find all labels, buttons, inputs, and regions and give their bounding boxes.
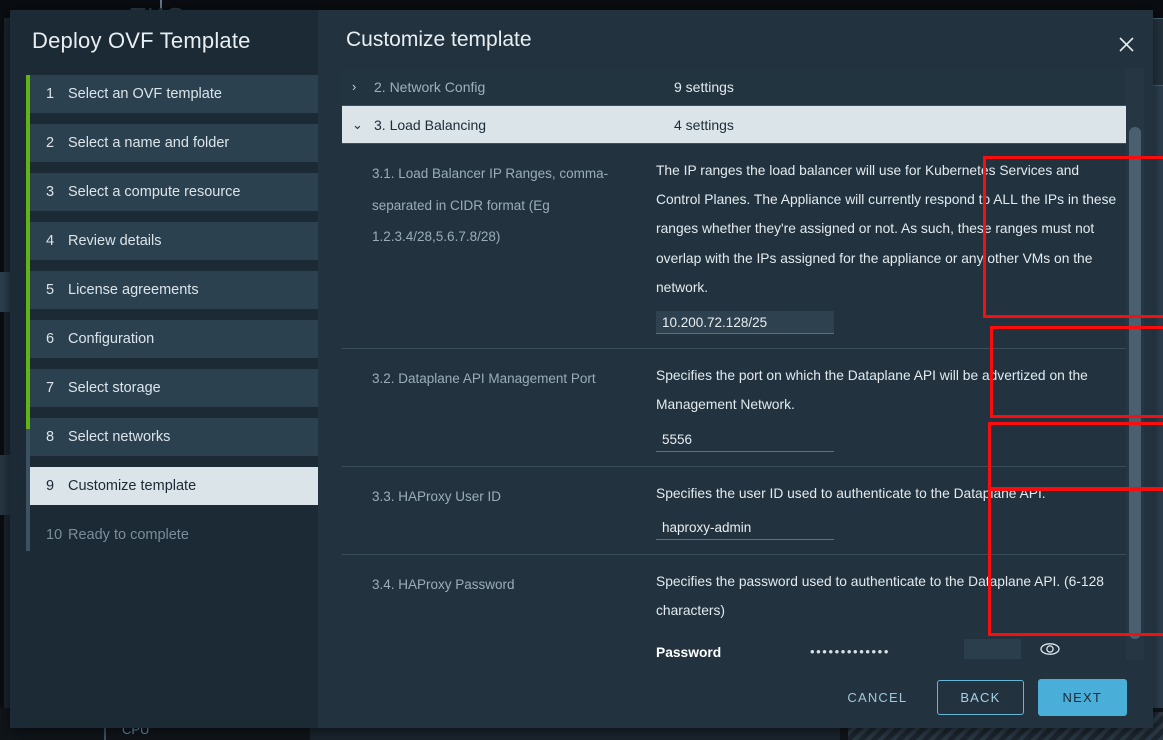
password-field-fill — [964, 639, 1021, 659]
load-balancer-ip-ranges-input[interactable] — [656, 311, 834, 335]
close-icon[interactable] — [1112, 30, 1140, 58]
setting-body: The IP ranges the load balancer will use… — [642, 144, 1137, 348]
password-label: Password — [656, 644, 722, 659]
next-button[interactable]: NEXT — [1037, 678, 1127, 716]
section-row-network-config[interactable]: › 2. Network Config 9 settings — [342, 68, 1137, 106]
wizard-step-label: Review details — [68, 233, 162, 249]
deploy-ovf-template-dialog: Deploy OVF Template 1 Select an OVF temp… — [10, 10, 1163, 728]
chevron-down-icon: ⌄ — [352, 116, 363, 132]
wizard-step-label: Select storage — [68, 380, 161, 396]
customize-template-pane: Customize template › 1. Appliance Config… — [318, 10, 1163, 728]
setting-description: Specifies the port on which the Dataplan… — [656, 368, 1088, 413]
back-button[interactable]: BACK — [937, 679, 1024, 715]
setting-body: Specifies the user ID used to authentica… — [642, 467, 1137, 554]
wizard-step-5[interactable]: 5 License agreements — [30, 271, 318, 309]
setting-row-haproxy-user-id: 3.3. HAProxy User ID Specifies the user … — [342, 467, 1137, 555]
wizard-step-number: 5 — [46, 282, 55, 298]
password-field-row: Password — [656, 639, 1123, 659]
setting-body: Specifies the password used to authentic… — [642, 555, 1137, 659]
section-label: 3. Load Balancing — [374, 116, 487, 133]
wizard-step-number: 9 — [46, 478, 55, 494]
eye-icon[interactable] — [1039, 640, 1063, 659]
setting-description: The IP ranges the load balancer will use… — [656, 163, 1117, 295]
wizard-step-label: Select a name and folder — [68, 135, 230, 151]
section-row-load-balancing[interactable]: ⌄ 3. Load Balancing 4 settings — [342, 106, 1137, 144]
wizard-step-number: 6 — [46, 331, 55, 347]
wizard-step-7[interactable]: 7 Select storage — [30, 369, 318, 407]
setting-row-haproxy-password: 3.4. HAProxy Password Specifies the pass… — [342, 555, 1137, 659]
settings-scrollbar-thumb[interactable] — [1129, 127, 1141, 639]
wizard-step-label: Ready to complete — [68, 527, 189, 543]
settings-scroll-region[interactable]: › 1. Appliance Configuration 4 settings … — [342, 54, 1137, 659]
wizard-step-number: 4 — [46, 233, 55, 249]
wizard-step-2[interactable]: 2 Select a name and folder — [30, 124, 318, 162]
setting-body: Specifies the port on which the Dataplan… — [642, 349, 1137, 465]
wizard-step-label: Select networks — [68, 429, 171, 445]
wizard-step-number: 2 — [46, 135, 55, 151]
wizard-step-10[interactable]: 10 Ready to complete — [30, 516, 318, 554]
setting-label: 3.3. HAProxy User ID — [372, 488, 502, 504]
wizard-step-number: 10 — [46, 527, 63, 543]
section-settings-count: 4 settings — [674, 116, 734, 133]
background-left-nub-2 — [0, 455, 10, 515]
page-title: Customize template — [346, 28, 532, 51]
setting-label: 3.1. Load Balancer IP Ranges, comma-sepa… — [372, 166, 609, 245]
wizard-step-label: License agreements — [68, 282, 199, 298]
wizard-step-label: Configuration — [68, 331, 155, 347]
setting-row-dataplane-api-management-port: 3.2. Dataplane API Management Port Speci… — [342, 349, 1137, 467]
wizard-step-3[interactable]: 3 Select a compute resource — [30, 173, 318, 211]
wizard-step-number: 7 — [46, 380, 55, 396]
wizard-step-list: 1 Select an OVF template 2 Select a name… — [10, 75, 318, 554]
setting-label: 3.2. Dataplane API Management Port — [372, 371, 596, 387]
settings-scrollbar-track[interactable] — [1126, 62, 1144, 660]
wizard-step-number: 3 — [46, 184, 55, 200]
wizard-step-8[interactable]: 8 Select networks — [30, 418, 318, 456]
setting-label: 3.4. HAProxy Password — [372, 576, 515, 592]
wizard-step-9-customize-template[interactable]: 9 Customize template — [30, 467, 318, 505]
setting-description: Specifies the password used to authentic… — [656, 573, 1104, 619]
haproxy-user-id-input[interactable] — [656, 516, 834, 540]
wizard-step-4[interactable]: 4 Review details — [30, 222, 318, 260]
wizard-step-6[interactable]: 6 Configuration — [30, 320, 318, 358]
chevron-right-icon: › — [352, 79, 357, 94]
password-field-wrapper — [808, 639, 1060, 659]
cancel-button[interactable]: CANCEL — [831, 681, 923, 714]
content-header: Customize template — [318, 10, 1153, 68]
dialog-title: Deploy OVF Template — [32, 28, 251, 53]
section-settings-count: 9 settings — [674, 78, 734, 95]
wizard-step-1[interactable]: 1 Select an OVF template — [30, 75, 318, 113]
wizard-step-number: 1 — [46, 86, 55, 102]
setting-row-load-balancer-ip-ranges: 3.1. Load Balancer IP Ranges, comma-sepa… — [342, 144, 1137, 350]
wizard-step-label: Select an OVF template — [68, 86, 222, 102]
wizard-step-number: 8 — [46, 429, 55, 445]
dataplane-api-management-port-input[interactable] — [656, 428, 834, 452]
dialog-footer: CANCEL BACK NEXT — [318, 666, 1153, 728]
wizard-step-label: Customize template — [68, 478, 197, 494]
wizard-step-label: Select a compute resource — [68, 184, 241, 200]
setting-description: Specifies the user ID used to authentica… — [656, 485, 1046, 501]
wizard-steps-pane: Deploy OVF Template 1 Select an OVF temp… — [10, 10, 318, 728]
section-label: 2. Network Config — [374, 78, 486, 95]
haproxy-password-input[interactable] — [808, 639, 968, 659]
